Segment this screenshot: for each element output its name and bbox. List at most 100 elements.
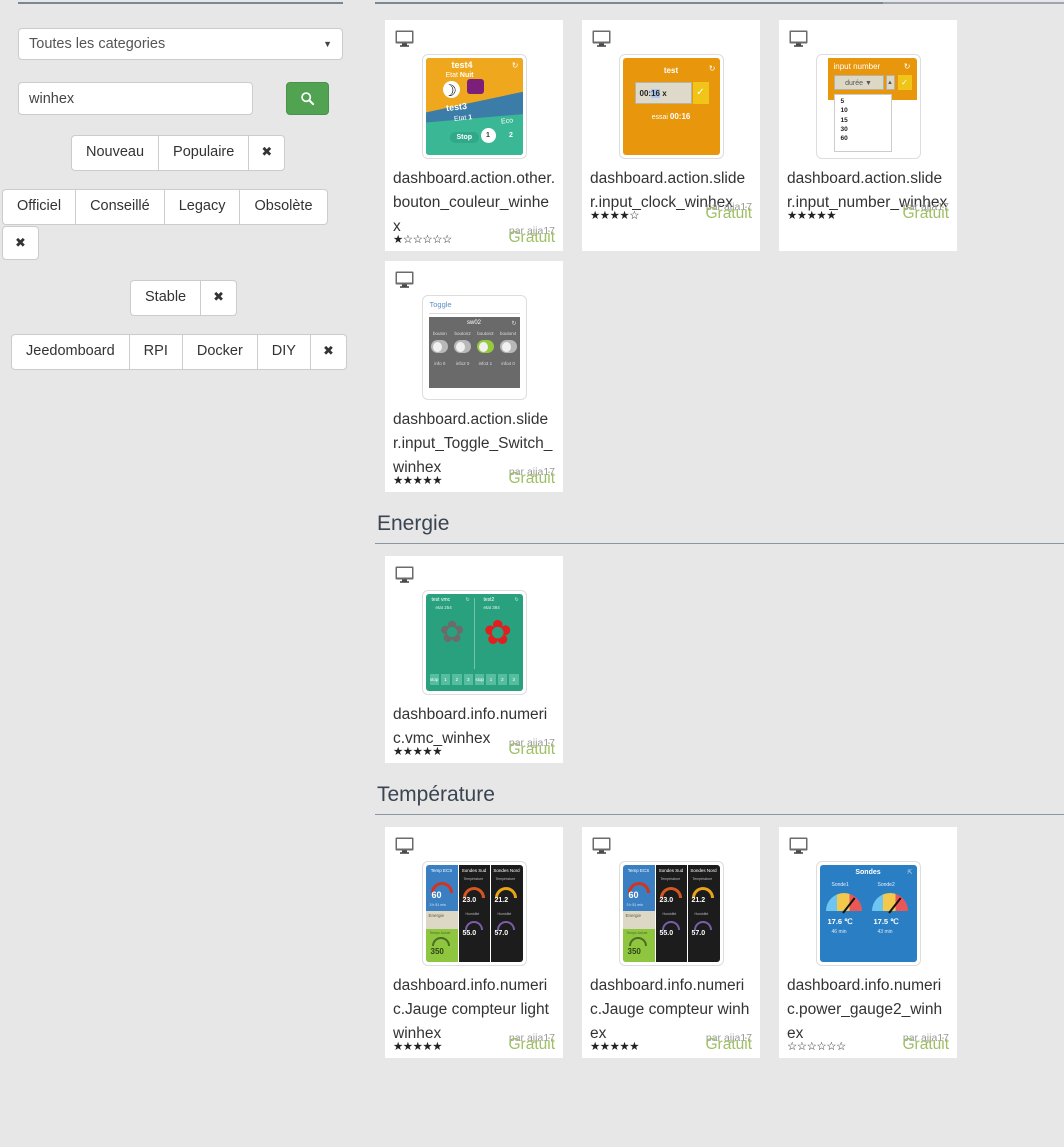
stability-filter-group: Stable ✖	[130, 280, 238, 316]
clear-sort-filter-icon[interactable]: ✖	[248, 135, 286, 171]
filter-stable[interactable]: Stable	[130, 280, 201, 316]
thumb-jauge-compteur: Temp ECS 60 3 h 51 min Energie Temps Actuel 3…	[425, 865, 523, 962]
monitor-icon	[789, 30, 808, 51]
filter-jeedomboard[interactable]: Jeedomboard	[11, 334, 129, 370]
refresh-icon: ↻	[511, 61, 519, 70]
card-footer: ★★★★★ Gratuit	[393, 470, 555, 488]
tag-filter-group: Jeedomboard RPI Docker DIY ✖	[11, 334, 347, 370]
plugin-thumbnail[interactable]: input number↻durée ▼▲▼✓510153060	[815, 54, 921, 159]
search-input[interactable]	[18, 82, 253, 115]
plugin-thumbnail[interactable]: ↻ test4 Etat Nuit ☽ test3 Etat 1 Eco Stop 1 2	[421, 54, 527, 159]
thumb-vmc: test vmc etat 254 ↻ test2 etat 384 ↻ ✿ ✿ stop 1 2 3…	[425, 594, 523, 691]
sort-filter-group: Nouveau Populaire ✖	[71, 135, 286, 171]
rating-stars[interactable]: ★★★★★	[393, 474, 443, 488]
plugin-price: Gratuit	[705, 1036, 752, 1053]
plugin-thumbnail[interactable]: test vmc etat 254 ↻ test2 etat 384 ↻ ✿ ✿ stop 1 2 3…	[421, 590, 527, 695]
plugin-card[interactable]: Temp ECS 60 3 h 51 min Energie Temps Actuel 3…	[385, 827, 563, 1058]
plugin-thumbnail[interactable]: ↻ test 00:16 x ✓ essai 00:16	[618, 54, 724, 159]
card-footer: ★★★★★ Gratuit	[787, 205, 949, 223]
category-select[interactable]: Toutes les categories ▼	[18, 28, 343, 60]
plugin-section: Energie test vmc etat 254 ↻ test2 etat 384 ↻ ✿ ✿…	[375, 502, 1064, 773]
plugin-price: Gratuit	[508, 741, 555, 758]
monitor-icon	[789, 837, 808, 858]
card-type-icon	[395, 837, 555, 859]
search-icon	[301, 92, 315, 106]
card-type-icon	[789, 30, 949, 52]
filter-legacy[interactable]: Legacy	[163, 189, 240, 225]
state-filter-group: Officiel Conseillé Legacy Obsolète	[2, 189, 328, 225]
plugin-price: Gratuit	[902, 205, 949, 222]
filter-officiel[interactable]: Officiel	[2, 189, 76, 225]
card-footer: ★★★★☆ Gratuit	[590, 205, 752, 223]
plugin-card[interactable]: Temp ECS 60 3 h 51 min Energie Temps Actuel 3…	[582, 827, 760, 1058]
clear-state-filter-icon[interactable]: ✖	[2, 226, 39, 260]
filter-populaire[interactable]: Populaire	[158, 135, 249, 171]
plugin-section: Température Temp ECS 60 3 h 51 min Energie Te…	[375, 773, 1064, 1068]
category-select-value: Toutes les categories	[29, 36, 166, 52]
card-footer: ★☆☆☆☆☆ Gratuit	[393, 229, 555, 247]
card-type-icon	[789, 837, 949, 859]
filter-docker[interactable]: Docker	[181, 334, 257, 370]
thumb-jauge-compteur: Temp ECS 60 3 h 51 min Energie Temps Actuel 3…	[622, 865, 720, 962]
section-title: Energie	[375, 512, 1064, 544]
filter-nouveau[interactable]: Nouveau	[71, 135, 159, 171]
filter-obsolete[interactable]: Obsolète	[239, 189, 328, 225]
rating-stars[interactable]: ★★★★★	[590, 1040, 640, 1054]
plugin-price: Gratuit	[508, 470, 555, 487]
card-type-icon	[395, 566, 555, 588]
plugin-card[interactable]: Sondes ⇱ Sonde1 Sonde2 17.6 ℃ 17.5 ℃ 46 min 43 …	[779, 827, 957, 1058]
thumb-input-number: input number↻durée ▼▲▼✓510153060	[819, 58, 917, 155]
marketplace-page: Toutes les categories ▼ Nouveau Populair…	[0, 0, 1064, 1147]
rating-stars[interactable]: ☆☆☆☆☆☆	[787, 1040, 846, 1054]
chevron-down-icon: ▼	[323, 39, 332, 49]
plugin-card[interactable]: input number↻durée ▼▲▼✓510153060dashboar…	[779, 20, 957, 251]
filter-rpi[interactable]: RPI	[128, 334, 182, 370]
rating-stars[interactable]: ★★★★★	[393, 1040, 443, 1054]
card-type-icon	[592, 30, 752, 52]
plugin-price: Gratuit	[902, 1036, 949, 1053]
card-footer: ★★★★★ Gratuit	[590, 1036, 752, 1054]
expand-icon: ⇱	[907, 870, 913, 876]
card-footer: ★★★★★ Gratuit	[393, 741, 555, 759]
plugin-card[interactable]: ↻ test 00:16 x ✓ essai 00:16 dashboard.action…	[582, 20, 760, 251]
plugin-thumbnail[interactable]: Temp ECS 60 3 h 51 min Energie Temps Actuel 3…	[421, 861, 527, 966]
refresh-icon: ↻	[511, 321, 517, 327]
monitor-icon	[592, 30, 611, 51]
plugin-grid: Temp ECS 60 3 h 51 min Energie Temps Actuel 3…	[375, 827, 1064, 1068]
clear-stability-filter-icon[interactable]: ✖	[200, 280, 238, 316]
monitor-icon	[395, 566, 414, 587]
search-button[interactable]	[286, 82, 329, 115]
plugin-price: Gratuit	[508, 1036, 555, 1053]
plugin-grid: ↻ test4 Etat Nuit ☽ test3 Etat 1 Eco Stop 1 2 dash…	[375, 20, 1064, 502]
clear-tag-filter-icon[interactable]: ✖	[309, 334, 347, 370]
card-footer: ☆☆☆☆☆☆ Gratuit	[787, 1036, 949, 1054]
thumb-power-gauge: Sondes ⇱ Sonde1 Sonde2 17.6 ℃ 17.5 ℃ 46 min 43 …	[819, 865, 917, 962]
plugin-card[interactable]: test vmc etat 254 ↻ test2 etat 384 ↻ ✿ ✿ stop 1 2 3…	[385, 556, 563, 763]
thumb-toggle-switch: Toggle sw02 ↻ bouton bouton2 bouton3 bouton4 in…	[425, 299, 523, 396]
filter-diy[interactable]: DIY	[256, 334, 310, 370]
filter-conseille[interactable]: Conseillé	[75, 189, 164, 225]
rating-stars[interactable]: ★☆☆☆☆☆	[393, 233, 452, 247]
thumb-input-clock: ↻ test 00:16 x ✓ essai 00:16	[622, 58, 720, 155]
plugin-price: Gratuit	[508, 229, 555, 246]
plugin-results: ↻ test4 Etat Nuit ☽ test3 Etat 1 Eco Stop 1 2 dash…	[375, 0, 1064, 1068]
card-footer: ★★★★★ Gratuit	[393, 1036, 555, 1054]
monitor-icon	[395, 30, 414, 51]
rating-stars[interactable]: ★★★★☆	[590, 209, 640, 223]
card-type-icon	[395, 271, 555, 293]
monitor-icon	[395, 837, 414, 858]
plugin-thumbnail[interactable]: Toggle sw02 ↻ bouton bouton2 bouton3 bouton4 in…	[421, 295, 527, 400]
plugin-card[interactable]: ↻ test4 Etat Nuit ☽ test3 Etat 1 Eco Stop 1 2 dash…	[385, 20, 563, 251]
card-type-icon	[592, 837, 752, 859]
plugin-card[interactable]: Toggle sw02 ↻ bouton bouton2 bouton3 bouton4 in…	[385, 261, 563, 492]
plugin-grid: test vmc etat 254 ↻ test2 etat 384 ↻ ✿ ✿ stop 1 2 3…	[375, 556, 1064, 773]
monitor-icon	[592, 837, 611, 858]
refresh-icon: ↻	[903, 62, 911, 71]
plugin-price: Gratuit	[705, 205, 752, 222]
monitor-icon	[395, 271, 414, 292]
plugin-thumbnail[interactable]: Temp ECS 60 3 h 51 min Energie Temps Actuel 3…	[618, 861, 724, 966]
plugin-section: ↻ test4 Etat Nuit ☽ test3 Etat 1 Eco Stop 1 2 dash…	[375, 20, 1064, 502]
rating-stars[interactable]: ★★★★★	[393, 745, 443, 759]
plugin-thumbnail[interactable]: Sondes ⇱ Sonde1 Sonde2 17.6 ℃ 17.5 ℃ 46 min 43 …	[815, 861, 921, 966]
rating-stars[interactable]: ★★★★★	[787, 209, 837, 223]
